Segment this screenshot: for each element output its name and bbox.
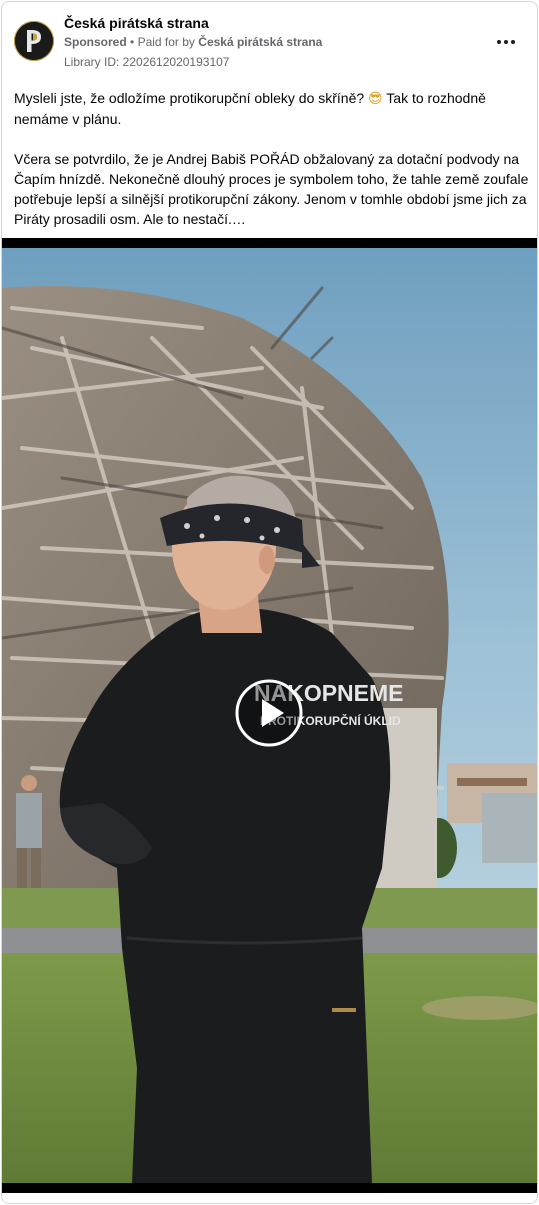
page-name-link[interactable]: Česká pirátská strana (64, 15, 209, 31)
more-dot (504, 40, 508, 44)
play-button[interactable] (235, 679, 303, 747)
page-avatar[interactable] (14, 21, 54, 61)
sunglasses-emoji-icon: 😎 (368, 91, 383, 107)
pirate-party-logo (15, 22, 53, 60)
post-paragraph-2: Včera se potvrdilo, že je Andrej Babiš P… (14, 151, 529, 227)
more-options-button[interactable] (492, 30, 520, 54)
play-icon (235, 679, 303, 747)
payer-name-link[interactable]: Česká pirátská strana (198, 35, 322, 49)
post-text: Mysleli jste, že odložíme protikorupční … (14, 88, 529, 229)
sponsored-label: Sponsored (64, 35, 127, 49)
ad-post-card: Česká pirátská strana Sponsored • Paid f… (1, 1, 538, 1204)
sponsored-meta: Sponsored • Paid for by Česká pirátská s… (64, 35, 322, 49)
meta-separator: • (130, 35, 135, 49)
post-text-part: Mysleli jste, že odložíme protikorupční … (14, 90, 369, 106)
post-paragraph-1: Mysleli jste, že odložíme protikorupční … (14, 88, 529, 129)
video-player[interactable]: NAKOPNEME PROTIKORUPČNÍ ÚKLID (2, 238, 537, 1193)
paid-for-label: Paid for by (137, 35, 195, 49)
post-header: Česká pirátská strana Sponsored • Paid f… (2, 2, 537, 82)
more-horizontal-icon (497, 40, 501, 44)
more-dot (511, 40, 515, 44)
library-id: Library ID: 2202612020193107 (64, 55, 230, 69)
post-footer (2, 1193, 537, 1203)
